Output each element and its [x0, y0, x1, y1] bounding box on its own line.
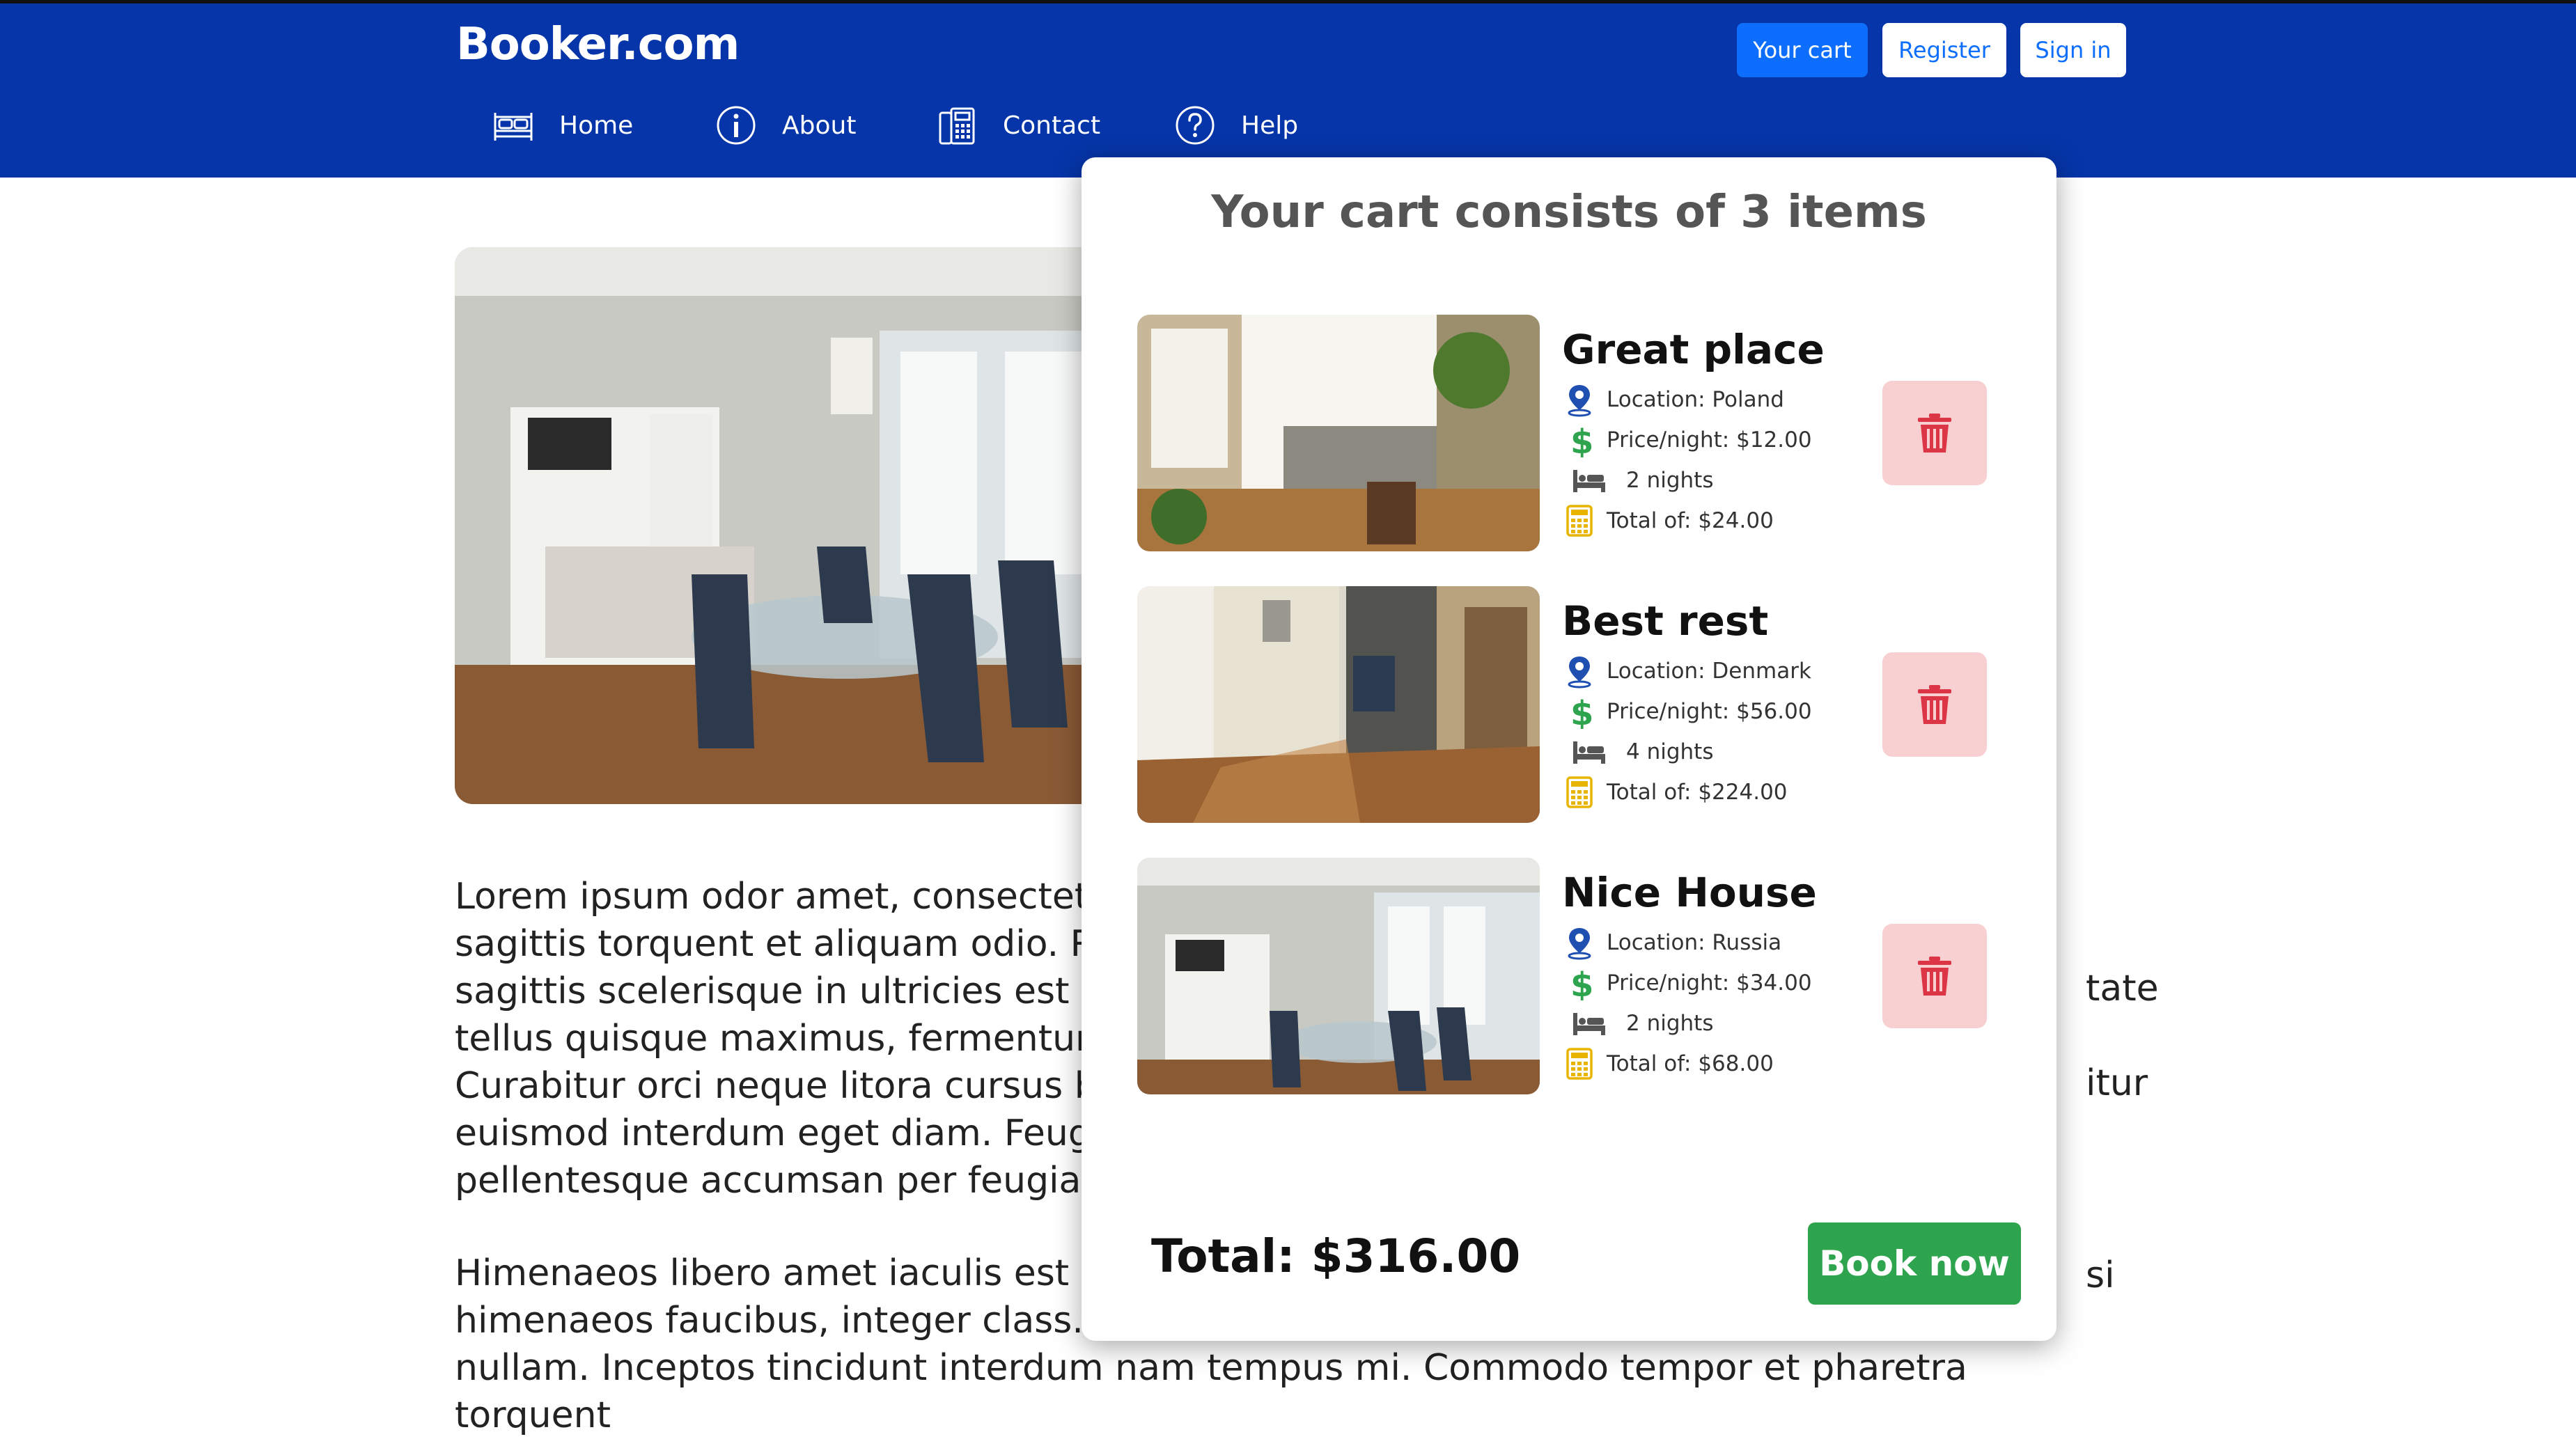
- listing-location: Location: Poland: [1562, 382, 1784, 417]
- calculator-icon: [1566, 776, 1593, 808]
- price-text: Price/night: $12.00: [1607, 427, 1812, 453]
- listing-photo[interactable]: [1137, 315, 1540, 551]
- paragraph-fragment: tate: [2086, 968, 2159, 1009]
- nights-text: 2 nights: [1626, 468, 1714, 493]
- your-cart-button[interactable]: Your cart: [1737, 23, 1868, 77]
- trash-icon: [1918, 957, 1951, 996]
- listing-photo[interactable]: [1137, 858, 1540, 1094]
- price-text: Price/night: $34.00: [1607, 970, 1812, 996]
- bed-icon: [1573, 470, 1605, 492]
- svg-text:$: $: [1570, 966, 1593, 1000]
- listing-price: $ Price/night: $12.00: [1562, 423, 1812, 457]
- cart-item: Great place Location: Poland $ Price/nig…: [1137, 315, 2001, 551]
- trash-icon: [1918, 414, 1951, 453]
- price-text: Price/night: $56.00: [1607, 699, 1812, 724]
- listing-location: Location: Denmark: [1562, 654, 1811, 689]
- listing-nights: 2 nights: [1562, 463, 1713, 498]
- top-navbar: Booker.com Your cart Register Sign in Ho…: [0, 0, 2576, 178]
- book-now-button[interactable]: Book now: [1808, 1222, 2021, 1305]
- sign-in-button[interactable]: Sign in: [2020, 23, 2126, 77]
- dollar-icon: $: [1570, 423, 1593, 457]
- remove-item-button[interactable]: [1882, 924, 1987, 1028]
- listing-name: Best rest: [1562, 597, 1769, 645]
- nights-text: 4 nights: [1626, 739, 1714, 764]
- bed-icon: [494, 113, 533, 141]
- location-text: Location: Denmark: [1607, 659, 1811, 684]
- listing-location: Location: Russia: [1562, 925, 1781, 960]
- bed-icon: [1573, 741, 1605, 764]
- nav-help-label: Help: [1241, 111, 1299, 140]
- phone-icon: [939, 107, 975, 145]
- listing-nights: 4 nights: [1562, 734, 1713, 769]
- listing-total: Total of: $224.00: [1562, 775, 1788, 810]
- paragraph-fragment: itur: [2086, 1062, 2148, 1104]
- listing-name: Nice House: [1562, 869, 1817, 916]
- listing-photo[interactable]: [1137, 586, 1540, 823]
- location-pin-icon: [1568, 928, 1591, 960]
- info-icon: [717, 106, 756, 145]
- nav-home[interactable]: Home: [491, 101, 633, 150]
- listing-total: Total of: $24.00: [1562, 503, 1774, 538]
- brand-logo[interactable]: Booker.com: [456, 19, 740, 70]
- location-pin-icon: [1568, 385, 1591, 417]
- cart-title: Your cart consists of 3 items: [1211, 187, 1927, 238]
- svg-text:$: $: [1570, 423, 1593, 457]
- listing-price: $ Price/night: $34.00: [1562, 966, 1812, 1000]
- nav-contact-label: Contact: [1003, 111, 1101, 140]
- listing-nights: 2 nights: [1562, 1006, 1713, 1041]
- svg-text:$: $: [1570, 694, 1593, 729]
- total-text: Total of: $24.00: [1607, 508, 1774, 533]
- listing-price: $ Price/night: $56.00: [1562, 694, 1812, 729]
- register-button[interactable]: Register: [1882, 23, 2006, 77]
- dollar-icon: $: [1570, 966, 1593, 1000]
- nights-text: 2 nights: [1626, 1011, 1714, 1036]
- cart-item: Nice House Location: Russia $ Price/nigh…: [1137, 858, 2001, 1094]
- total-text: Total of: $68.00: [1607, 1051, 1774, 1076]
- remove-item-button[interactable]: [1882, 652, 1987, 757]
- calculator-icon: [1566, 505, 1593, 537]
- total-text: Total of: $224.00: [1607, 780, 1788, 805]
- cart-popover: Your cart consists of 3 items Great plac…: [1082, 157, 2056, 1341]
- nav-home-label: Home: [559, 111, 634, 140]
- listing-total: Total of: $68.00: [1562, 1046, 1774, 1081]
- nav-contact[interactable]: Contact: [935, 101, 1100, 150]
- bed-icon: [1573, 1013, 1605, 1035]
- trash-icon: [1918, 685, 1951, 724]
- cart-item: Best rest Location: Denmark $ Price/nigh…: [1137, 586, 2001, 823]
- paragraph-fragment: si: [2086, 1255, 2115, 1296]
- calculator-icon: [1566, 1048, 1593, 1080]
- location-text: Location: Russia: [1607, 930, 1782, 955]
- location-text: Location: Poland: [1607, 387, 1784, 412]
- listing-name: Great place: [1562, 326, 1825, 373]
- location-pin-icon: [1568, 656, 1591, 689]
- nav-about[interactable]: About: [714, 101, 856, 150]
- cart-grand-total: Total: $316.00: [1151, 1229, 1521, 1283]
- nav-help[interactable]: Help: [1173, 101, 1298, 150]
- remove-item-button[interactable]: [1882, 381, 1987, 485]
- hero-image: [455, 247, 1158, 804]
- question-icon: [1176, 106, 1215, 145]
- nav-about-label: About: [782, 111, 857, 140]
- dollar-icon: $: [1570, 694, 1593, 729]
